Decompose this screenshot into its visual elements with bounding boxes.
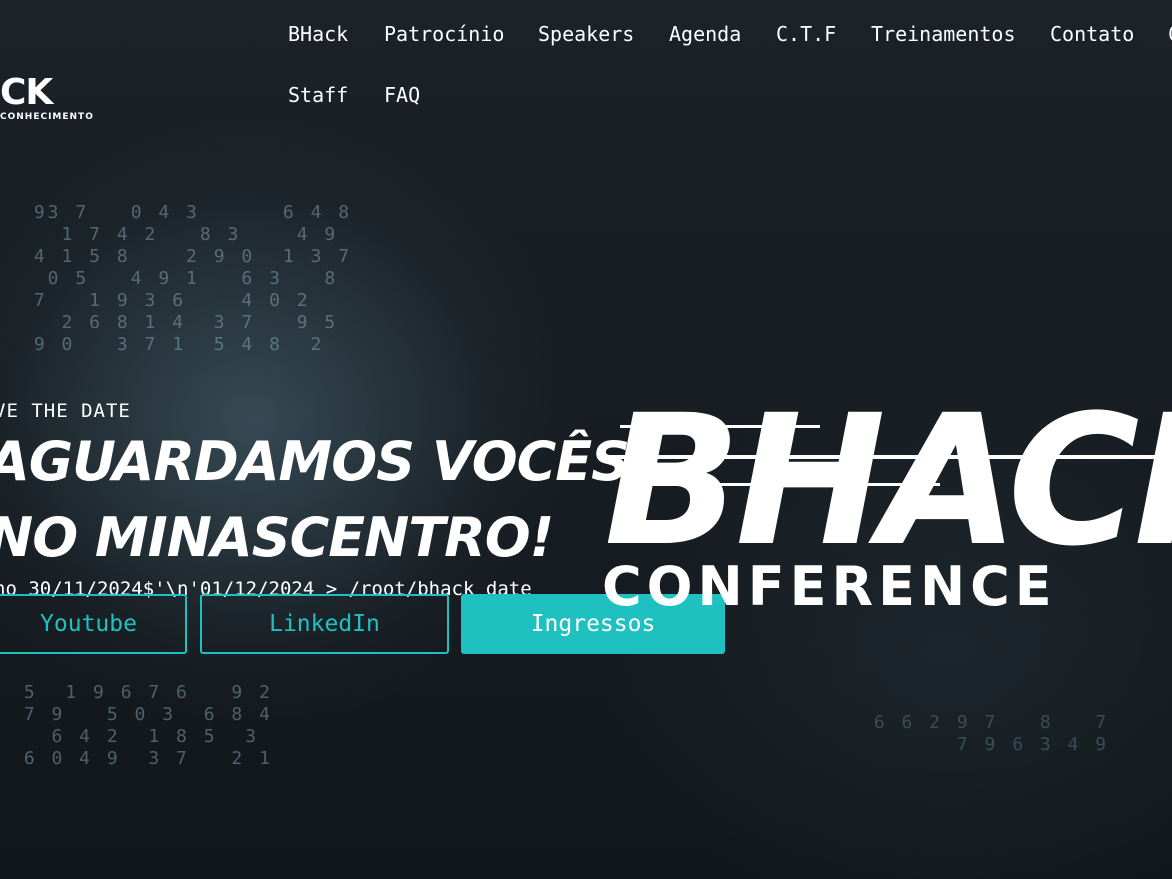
nav-item-truncated[interactable]: C	[1152, 22, 1172, 46]
digit-rain-decoration-3: 6 6 2 9 7 8 7 7 9 6 3 4 9	[873, 712, 1110, 755]
nav-item-bhack[interactable]: BHack	[272, 22, 364, 46]
digit-rain-decoration: 93 7 0 4 3 6 4 8 1 7 4 2 8 3 4 9 4 1 5 8…	[33, 202, 353, 355]
nav-item-faq[interactable]: FAQ	[368, 83, 436, 107]
nav-item-contato[interactable]: Contato	[1034, 22, 1150, 46]
glitch-line	[620, 425, 820, 428]
nav-item-patrocinio[interactable]: Patrocínio	[368, 22, 520, 46]
glitch-line	[640, 483, 940, 486]
youtube-button[interactable]: Youtube	[0, 594, 187, 654]
hero-headline-line2: NO MINASCENTRO!	[0, 506, 554, 569]
save-the-date-label: VE THE DATE	[0, 400, 131, 422]
nav-item-treinamentos[interactable]: Treinamentos	[855, 22, 1032, 46]
nav-item-speakers[interactable]: Speakers	[522, 22, 650, 46]
linkedin-button[interactable]: LinkedIn	[200, 594, 449, 654]
brand-subtitle: CONFERENCE	[602, 555, 1057, 618]
logo-wordmark: CK	[0, 72, 53, 113]
logo-tagline: CONHECIMENTO	[0, 112, 94, 122]
nav-item-ctf[interactable]: C.T.F	[760, 22, 852, 46]
nav-item-agenda[interactable]: Agenda	[653, 22, 757, 46]
hero-headline-line1: AGUARDAMOS VOCÊS	[0, 430, 630, 493]
nav-item-staff[interactable]: Staff	[272, 83, 364, 107]
brand-logo[interactable]: CK CONHECIMENTO	[0, 72, 93, 126]
glitch-line	[600, 455, 1160, 459]
digit-rain-decoration-2: 5 1 9 6 7 6 9 2 7 9 5 0 3 6 8 4 6 4 2 1 …	[23, 682, 273, 769]
bhack-conference-logo: BHACK CONFERENCE	[600, 395, 1172, 625]
